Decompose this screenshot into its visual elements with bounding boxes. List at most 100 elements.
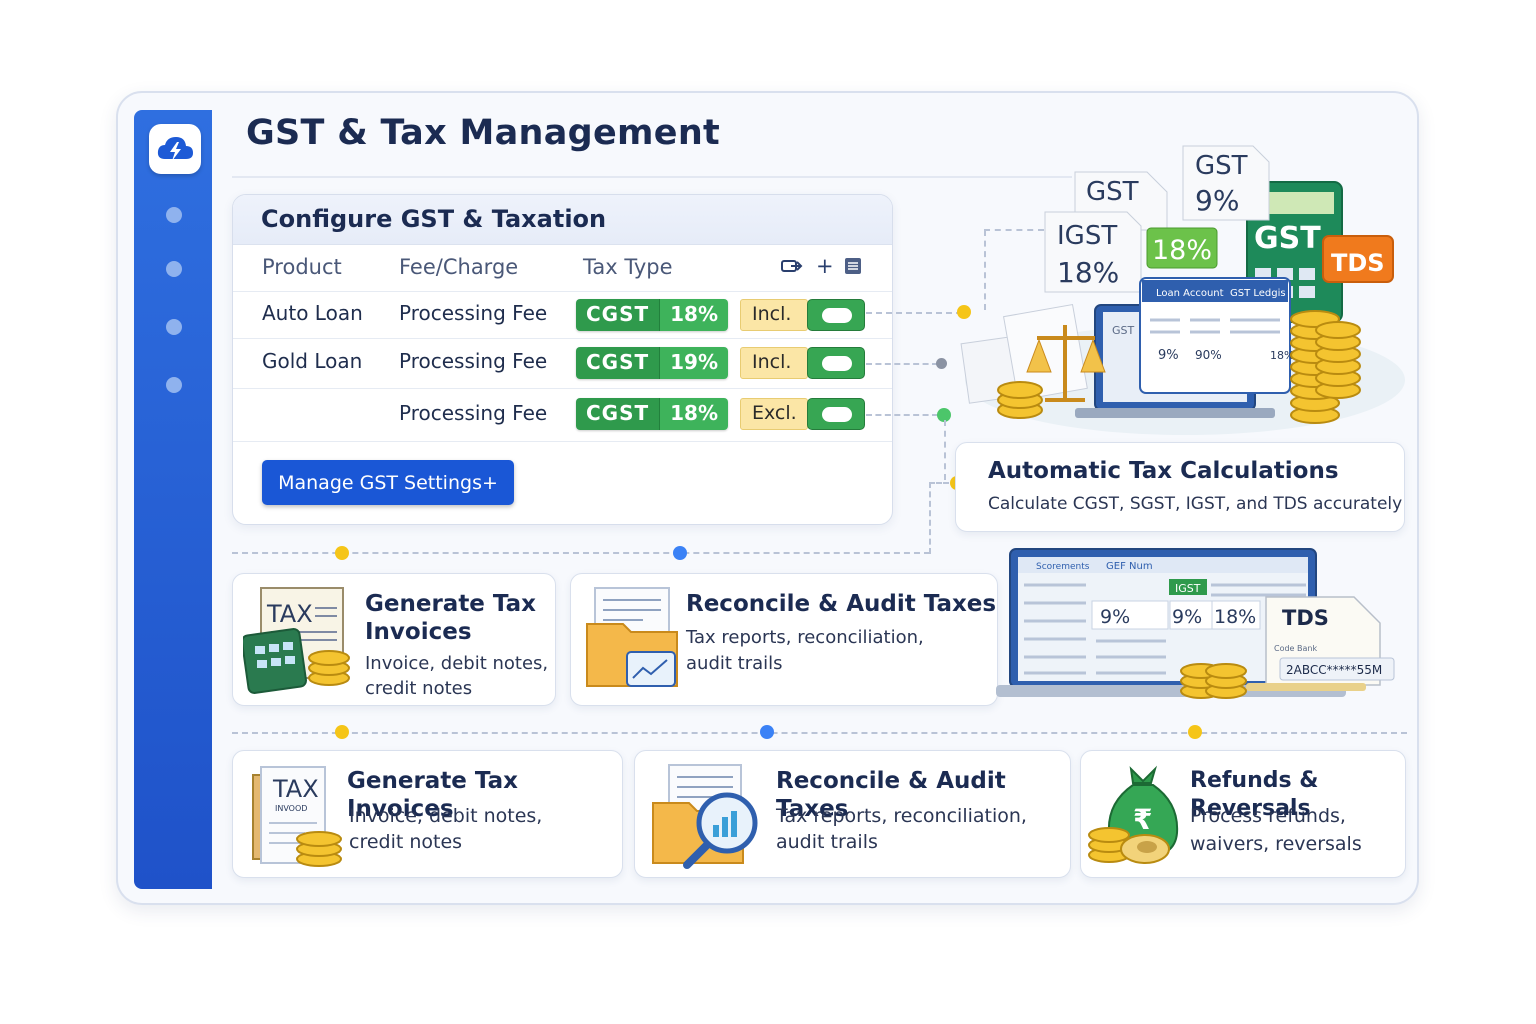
gst-top-rate: 9% xyxy=(1195,184,1239,217)
sidebar-nav-dot-4[interactable] xyxy=(166,377,182,393)
automatic-tax-card: Automatic Tax Calculations Calculate CGS… xyxy=(955,442,1405,532)
row-2-product: Gold Loan xyxy=(262,349,363,373)
card-description: Calculate CGST, SGST, IGST, and TDS accu… xyxy=(988,494,1403,514)
generate-invoices-card-2[interactable]: TAX INVOOD Generate Tax Invoices Invoice… xyxy=(232,750,623,878)
tax-hero-illustration: GST TDS GST 9% GST IGST 18% 18% GST Loan… xyxy=(960,145,1405,435)
row-1-tax-rate: 18% xyxy=(659,299,729,331)
ledger-value-2: 90% xyxy=(1195,348,1222,362)
row-2-tax-rate: 19% xyxy=(659,347,729,379)
card-desc-line-2: audit trails xyxy=(776,831,878,853)
connector-line xyxy=(866,363,938,365)
column-header-fee: Fee/Charge xyxy=(399,255,519,279)
row-1-toggle[interactable] xyxy=(807,299,865,331)
add-icon[interactable]: + xyxy=(816,254,834,278)
row-3-tax-type: CGST xyxy=(576,398,660,430)
row-2-tax-type: CGST xyxy=(576,347,660,379)
sidebar-nav-dot-2[interactable] xyxy=(166,261,182,277)
row-divider xyxy=(233,338,892,339)
invoice-icon-sublabel: INVOOD xyxy=(275,804,307,813)
connector-line xyxy=(866,414,938,416)
row-3-tax-badge[interactable]: CGST 18% xyxy=(576,398,729,430)
laptop-tab-2: GEF Num xyxy=(1106,561,1153,572)
connector-dot xyxy=(335,546,349,560)
invoice-icon-label: TAX xyxy=(266,600,313,628)
row-1-mode[interactable]: Incl. xyxy=(740,299,808,331)
card-desc-line-1: Process refunds, xyxy=(1190,805,1346,827)
connector-dot xyxy=(760,725,774,739)
ledger-value-1: 9% xyxy=(1158,348,1179,363)
green-rate-label: 18% xyxy=(1152,235,1212,266)
row-3-tax-rate: 18% xyxy=(659,398,729,430)
card-desc-line-1: Tax reports, reconciliation, xyxy=(686,627,924,648)
connector-line xyxy=(929,482,931,554)
magnifier-folder-icon xyxy=(652,764,758,869)
gst-top-label: GST xyxy=(1195,151,1248,181)
invoice-icon: TAX INVOOD xyxy=(252,766,342,867)
connector-dot xyxy=(335,725,349,739)
card-desc-line-1: Invoice, debit notes, xyxy=(365,653,549,674)
row-divider xyxy=(233,291,892,292)
laptop-code-label: Code Bank xyxy=(1274,644,1317,653)
row-3-fee: Processing Fee xyxy=(399,401,548,425)
sidebar xyxy=(134,110,212,889)
connector-dot xyxy=(936,358,947,369)
refunds-reversals-card[interactable]: ₹ Refunds & Reversals Process refunds, w… xyxy=(1080,750,1406,878)
cloud-bolt-icon xyxy=(157,137,193,161)
row-3-mode[interactable]: Excl. xyxy=(740,398,808,430)
invoice-icon-label: TAX xyxy=(272,775,319,803)
laptop-tab-1: Scorements xyxy=(1036,562,1090,572)
divider xyxy=(232,176,1072,178)
laptop-code: 2ABCC*****55M xyxy=(1286,663,1382,677)
row-1-tax-type: CGST xyxy=(576,299,660,331)
export-icon[interactable] xyxy=(781,257,803,280)
row-1-fee: Processing Fee xyxy=(399,301,548,325)
ledger-gst-label: GST xyxy=(1112,324,1135,337)
gst-ledger-label: GST Ledgis xyxy=(1230,288,1286,299)
row-2-fee: Processing Fee xyxy=(399,349,548,373)
laptop-value-1: 9% xyxy=(1100,606,1130,628)
app-logo[interactable] xyxy=(149,124,201,174)
row-3-toggle[interactable] xyxy=(807,398,865,430)
row-2-toggle[interactable] xyxy=(807,347,865,379)
reconcile-audit-card-2[interactable]: Reconcile & Audit Taxes Tax reports, rec… xyxy=(634,750,1071,878)
card-title-line-2: Invoices xyxy=(365,619,472,645)
money-bag-icon: ₹ xyxy=(1088,765,1179,864)
tax-laptop-illustration: Scorements GEF Num IGST 9% 9% 18% TDS Co… xyxy=(996,548,1395,699)
connector-dot xyxy=(673,546,687,560)
card-desc-line-2: audit trails xyxy=(686,653,783,674)
laptop-badge: IGST xyxy=(1175,582,1201,595)
reconcile-audit-card[interactable]: Reconcile & Audit Taxes Tax reports, rec… xyxy=(570,573,998,706)
row-2-mode[interactable]: Incl. xyxy=(740,347,808,379)
card-desc-line-2: waivers, reversals xyxy=(1190,833,1362,855)
column-header-tax-type: Tax Type xyxy=(583,255,673,279)
loan-account-label: Loan Account xyxy=(1156,288,1224,299)
connector-dot xyxy=(1188,725,1202,739)
card-desc-line-2: credit notes xyxy=(349,831,463,853)
row-1-tax-badge[interactable]: CGST 18% xyxy=(576,299,729,331)
igst-rate: 18% xyxy=(1057,256,1119,289)
row-2-tax-badge[interactable]: CGST 19% xyxy=(576,347,729,379)
panel-title: Configure GST & Taxation xyxy=(261,205,607,233)
row-divider xyxy=(233,441,892,442)
row-divider xyxy=(233,388,892,389)
card-title: Reconcile & Audit Taxes xyxy=(686,591,997,617)
connector-line xyxy=(929,482,949,484)
page-title: GST & Tax Management xyxy=(246,113,721,153)
svg-text:₹: ₹ xyxy=(1133,803,1152,836)
connector-line xyxy=(866,312,962,314)
configure-gst-panel: Configure GST & Taxation Product Fee/Cha… xyxy=(232,194,893,525)
sidebar-nav-dot-3[interactable] xyxy=(166,319,182,335)
laptop-value-2: 9% xyxy=(1172,606,1202,628)
card-desc-line-1: Invoice, debit notes, xyxy=(349,805,543,827)
manage-gst-settings-button[interactable]: Manage GST Settings+ xyxy=(262,460,514,505)
card-title-line-1: Generate Tax xyxy=(365,591,536,617)
igst-label: IGST xyxy=(1057,221,1117,251)
sidebar-nav-dot-1[interactable] xyxy=(166,207,182,223)
laptop-value-3: 18% xyxy=(1214,606,1256,628)
row-1-product: Auto Loan xyxy=(262,301,363,325)
generate-invoices-card[interactable]: TAX Generate Tax Invoices Invoice, debit… xyxy=(232,573,556,706)
folder-chart-icon xyxy=(586,587,678,687)
tds-label: TDS xyxy=(1331,249,1385,277)
laptop-tds-label: TDS xyxy=(1282,606,1329,630)
list-icon[interactable] xyxy=(844,257,862,280)
